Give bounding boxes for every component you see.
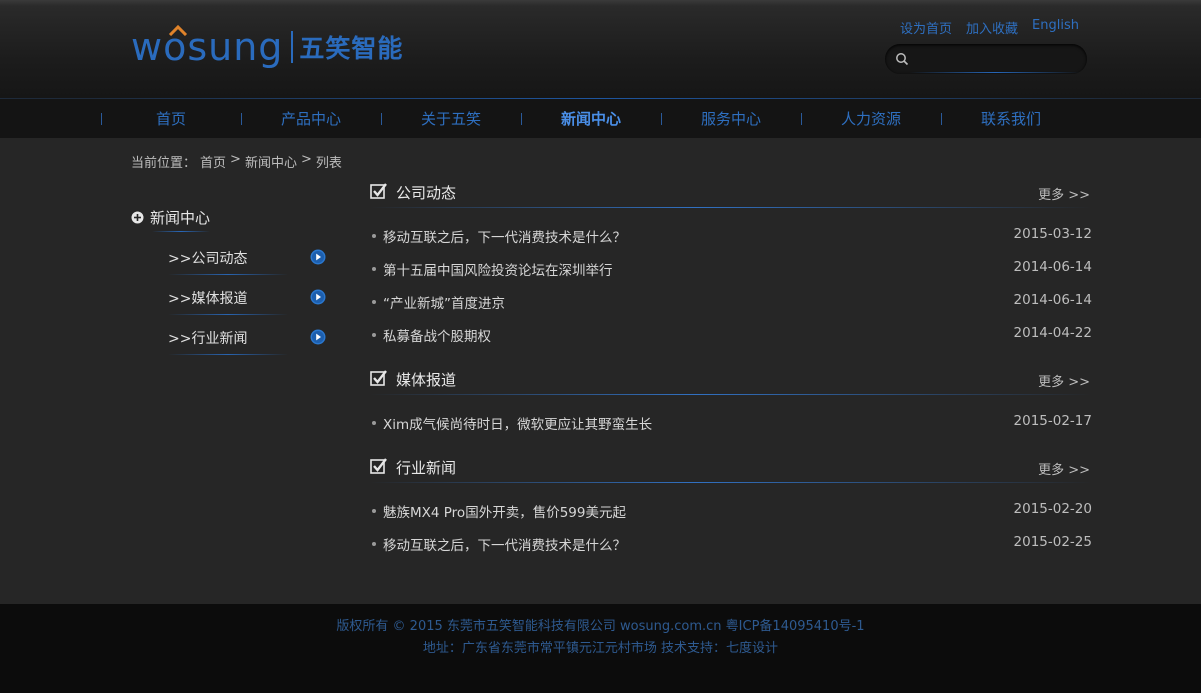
checkbox-checked-icon [370,458,387,474]
news-title[interactable]: 第十五届中国风险投资论坛在深圳举行 [383,259,613,279]
more-link[interactable]: 更多 >> [1038,459,1090,478]
news-title[interactable]: 私募备战个股期权 [383,325,491,345]
sidebar-item-label: >>媒体报道 [168,291,248,307]
news-item[interactable]: Xim成气候尚待时日，微软更应让其野蛮生长 2015-02-17 [370,413,1092,435]
top-links: 设为首页 加入收藏 English [900,18,1079,37]
news-item[interactable]: 魅族MX4 Pro国外开卖，售价599美元起 2015-02-20 [370,501,1092,523]
news-title[interactable]: 移动互联之后，下一代消费技术是什么？ [383,534,626,554]
bullet [372,333,376,337]
news-item[interactable]: 移动互联之后，下一代消费技术是什么？ 2015-03-12 [370,226,1092,248]
news-item[interactable]: 第十五届中国风险投资论坛在深圳举行 2014-06-14 [370,259,1092,281]
english-link[interactable]: English [1032,18,1079,37]
section-underline [370,482,1092,483]
news-date: 2014-06-14 [1013,259,1092,275]
arrow-right-circle-icon [310,249,326,265]
search-box[interactable] [885,44,1087,74]
sidebar-item-underline [168,314,288,315]
sidebar-item-industry-news[interactable]: >>行业新闻 [168,320,328,360]
add-favorite-link[interactable]: 加入收藏 [966,18,1018,37]
logo[interactable]: wosung 五笑智能 [131,22,403,72]
news-title[interactable]: 移动互联之后，下一代消费技术是什么？ [383,226,626,246]
breadcrumb-separator: > [300,152,312,167]
bullet [372,267,376,271]
breadcrumb: 当前位置： 首页 > 新闻中心 > 列表 [131,152,342,171]
nav-item-about[interactable]: 关于五笑 [381,99,521,139]
news-title[interactable]: 魅族MX4 Pro国外开卖，售价599美元起 [383,501,626,521]
logo-text-en: wosung [131,24,284,69]
breadcrumb-current: 列表 [315,156,342,171]
sidebar-item-label: >>公司动态 [168,251,248,267]
sidebar-item-underline [168,354,288,355]
sidebar-title: 新闻中心 [131,207,210,228]
news-item[interactable]: 移动互联之后，下一代消费技术是什么？ 2015-02-25 [370,534,1092,556]
news-date: 2015-03-12 [1013,226,1092,242]
section-underline [370,207,1092,208]
footer-address: 地址：广东省东莞市常平镇元江元村市场 技术支持：七度设计 [422,641,779,656]
news-title[interactable]: “产业新城”首度进京 [383,292,505,312]
sidebar-item-media-reports[interactable]: >>媒体报道 [168,280,328,320]
news-date: 2015-02-25 [1013,534,1092,550]
breadcrumb-news[interactable]: 新闻中心 [245,152,297,171]
news-date: 2014-04-22 [1013,325,1092,341]
section-underline [370,394,1092,395]
search-icon[interactable] [895,52,909,66]
nav-item-hr[interactable]: 人力资源 [801,99,941,139]
logo-roof-icon [168,24,188,36]
sidebar-item-underline [168,274,288,275]
section-media-reports: 媒体报道 更多 >> [370,369,1092,399]
breadcrumb-label: 当前位置： [131,156,197,171]
logo-divider [291,31,294,63]
news-date: 2015-02-20 [1013,501,1092,517]
site-footer: 版权所有 © 2015 东莞市五笑智能科技有限公司 wosung.com.cn … [0,604,1201,693]
more-link[interactable]: 更多 >> [1038,184,1090,203]
nav-item-news[interactable]: 新闻中心 [521,99,661,139]
bullet [372,509,376,513]
sidebar-item-label: >>行业新闻 [168,331,248,347]
logo-text-cn: 五笑智能 [299,34,404,63]
site-header: wosung 五笑智能 设为首页 加入收藏 English [0,0,1201,98]
nav-item-contact[interactable]: 联系我们 [941,99,1081,139]
nav-item-products[interactable]: 产品中心 [241,99,381,139]
section-title: 媒体报道 [396,371,457,389]
arrow-right-circle-icon [310,289,326,305]
nav-item-service[interactable]: 服务中心 [661,99,801,139]
checkbox-checked-icon [370,183,387,199]
bullet [372,300,376,304]
news-title[interactable]: Xim成气候尚待时日，微软更应让其野蛮生长 [383,413,652,433]
breadcrumb-home[interactable]: 首页 [200,152,226,171]
search-underline [910,72,1080,73]
sidebar-item-company-news[interactable]: >>公司动态 [168,240,328,280]
plus-circle-icon [131,211,144,224]
search-input[interactable] [915,49,1075,69]
section-industry-news: 行业新闻 更多 >> [370,457,1092,487]
main-nav: 首页 产品中心 关于五笑 新闻中心 服务中心 人力资源 联系我们 [0,98,1201,138]
section-company-news: 公司动态 更多 >> [370,182,1092,212]
bullet [372,234,376,238]
breadcrumb-separator: > [230,152,241,167]
section-title: 行业新闻 [396,459,457,477]
news-item[interactable]: 私募备战个股期权 2014-04-22 [370,325,1092,347]
news-item[interactable]: “产业新城”首度进京 2014-06-14 [370,292,1092,314]
checkbox-checked-icon [370,370,387,386]
set-homepage-link[interactable]: 设为首页 [900,18,952,37]
bullet [372,421,376,425]
more-link[interactable]: 更多 >> [1038,371,1090,390]
arrow-right-circle-icon [310,329,326,345]
section-title: 公司动态 [396,184,457,202]
sidebar-title-text: 新闻中心 [150,209,211,227]
bullet [372,542,376,546]
sidebar-title-underline [152,231,210,232]
news-date: 2015-02-17 [1013,413,1092,429]
news-date: 2014-06-14 [1013,292,1092,308]
nav-item-home[interactable]: 首页 [101,99,241,139]
footer-copyright: 版权所有 © 2015 东莞市五笑智能科技有限公司 wosung.com.cn … [336,619,865,634]
